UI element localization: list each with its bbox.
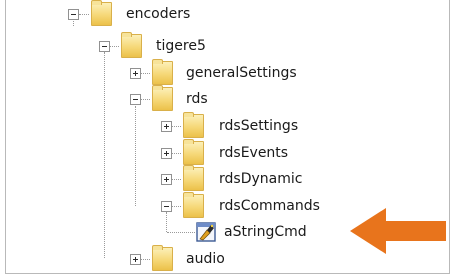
folder-icon <box>183 112 204 138</box>
tree-node-generalSettings[interactable]: generalSettings <box>6 59 306 87</box>
expand-toggle[interactable] <box>161 174 172 185</box>
folder-icon <box>152 245 173 271</box>
tree-connector-line <box>172 153 181 154</box>
tree-connector-line <box>172 126 181 127</box>
folder-icon <box>183 192 204 218</box>
expand-toggle[interactable] <box>161 148 172 159</box>
expand-toggle[interactable] <box>130 68 141 79</box>
collapse-toggle[interactable] <box>130 94 141 105</box>
collapse-toggle[interactable] <box>99 41 110 52</box>
expand-toggle[interactable] <box>130 254 141 265</box>
folder-icon <box>91 0 112 26</box>
tree-node-aStringCmd[interactable]: aStringCmd <box>6 220 356 246</box>
tree-node-rdsCommands[interactable]: rdsCommands <box>6 192 326 220</box>
tree-node-label: tigere5 <box>156 38 206 54</box>
collapse-toggle[interactable] <box>68 9 79 20</box>
tree-connector-line <box>79 14 89 15</box>
tree-node-rdsEvents[interactable]: rdsEvents <box>6 139 306 167</box>
folder-icon <box>183 165 204 191</box>
tree-node-rds[interactable]: rds <box>6 85 226 113</box>
tree-connector-line <box>141 73 150 74</box>
tree-connector-line <box>172 206 181 207</box>
tree-node-label: rds <box>186 91 208 107</box>
folder-icon <box>121 32 142 58</box>
tree-node-label: rdsCommands <box>219 198 320 214</box>
tree-node-encoders[interactable]: encoders <box>6 0 190 28</box>
command-item-icon <box>196 222 216 242</box>
tree-node-label: aStringCmd <box>224 224 307 240</box>
tree-node-audio[interactable]: audio <box>6 245 246 273</box>
tree-node-label: rdsEvents <box>219 145 289 161</box>
tree-connector-line <box>141 99 150 100</box>
tree-connector-line <box>172 179 181 180</box>
tree-node-rdsDynamic[interactable]: rdsDynamic <box>6 165 306 193</box>
tree-node-rdsSettings[interactable]: rdsSettings <box>6 112 306 140</box>
folder-icon <box>183 139 204 165</box>
folder-icon <box>152 59 173 85</box>
tree-connector-line <box>110 46 119 47</box>
tree-connector-line <box>141 259 150 260</box>
folder-icon <box>152 85 173 111</box>
tree-node-label: audio <box>186 251 225 267</box>
tree-node-tigere5[interactable]: tigere5 <box>6 32 206 60</box>
tree-connector-line <box>167 232 195 233</box>
tree-node-label: rdsDynamic <box>219 171 303 187</box>
expand-toggle[interactable] <box>161 121 172 132</box>
tree-node-label: rdsSettings <box>219 118 299 134</box>
tree-node-label: generalSettings <box>186 65 297 81</box>
arrow-left-icon <box>350 208 446 254</box>
tree-view-panel: encoders tigere5 generalSettings rds rds… <box>5 0 450 274</box>
tree-node-label: encoders <box>126 6 191 22</box>
collapse-toggle[interactable] <box>161 201 172 212</box>
